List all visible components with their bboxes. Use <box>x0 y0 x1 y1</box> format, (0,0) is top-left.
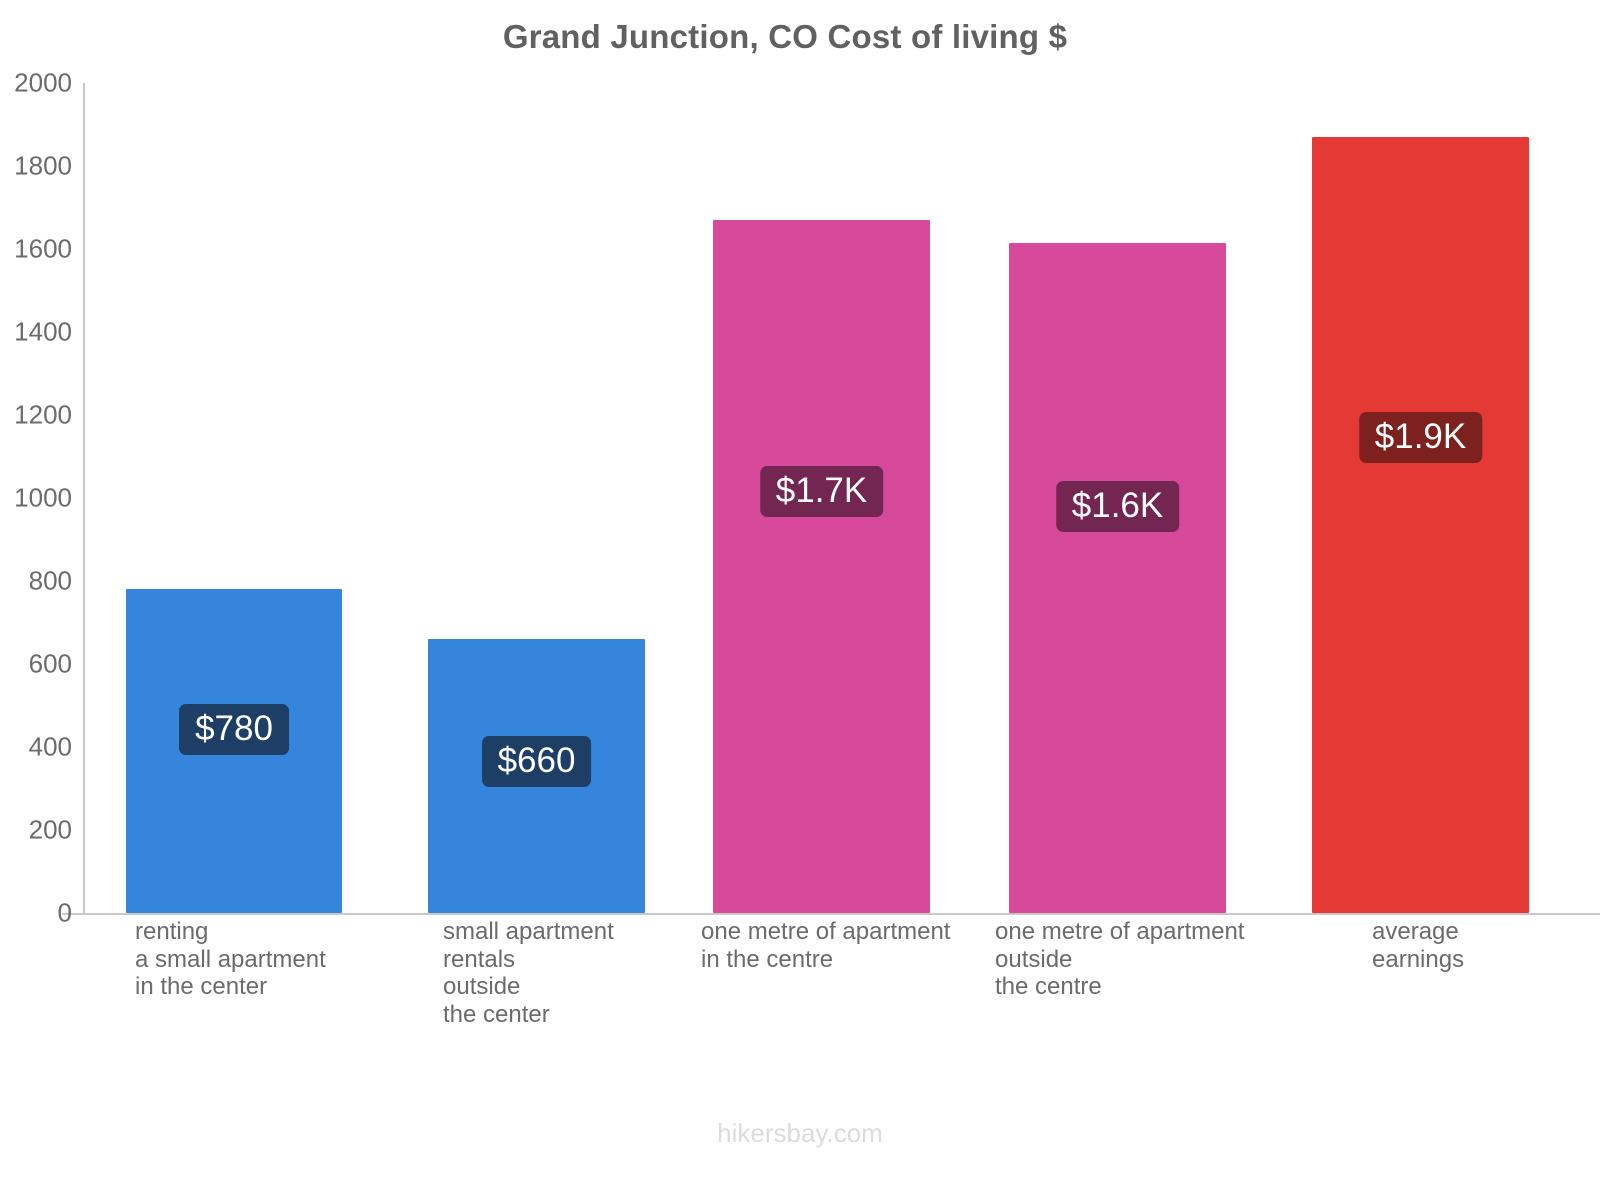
bar-2[interactable]: $660 <box>428 639 645 913</box>
bar-value-label-4: $1.6K <box>1055 480 1180 532</box>
bar-value-label-3: $1.7K <box>759 465 884 517</box>
x-label-5: average earnings <box>1372 918 1465 973</box>
chart-title: Grand Junction, CO Cost of living $ <box>502 18 1068 55</box>
x-label-2: small apartment rentals outside the cent… <box>443 918 614 1028</box>
bar-1[interactable]: $780 <box>126 589 342 913</box>
bars-layer: $780 $660 $1.7K $1.6K $1.9K <box>0 83 1600 913</box>
cost-of-living-bar-chart: Grand Junction, CO Cost of living $ 0 200… <box>0 0 1600 1200</box>
x-label-3: one metre of apartment in the centre <box>701 918 951 973</box>
bar-value-label-1: $780 <box>179 704 289 756</box>
x-label-4: one metre of apartment outside the centr… <box>995 918 1245 1000</box>
bar-value-label-5: $1.9K <box>1358 411 1483 463</box>
watermark: hikersbay.com <box>717 1118 883 1148</box>
x-axis-category-labels: renting a small apartment in the center s… <box>0 918 1600 1118</box>
bar-4[interactable]: $1.6K <box>1009 242 1226 913</box>
bar-3[interactable]: $1.7K <box>713 219 930 913</box>
x-axis-line <box>62 913 1600 915</box>
bar-5[interactable]: $1.9K <box>1312 136 1529 913</box>
bar-value-label-2: $660 <box>481 736 592 788</box>
x-label-1: renting a small apartment in the center <box>135 918 326 1000</box>
